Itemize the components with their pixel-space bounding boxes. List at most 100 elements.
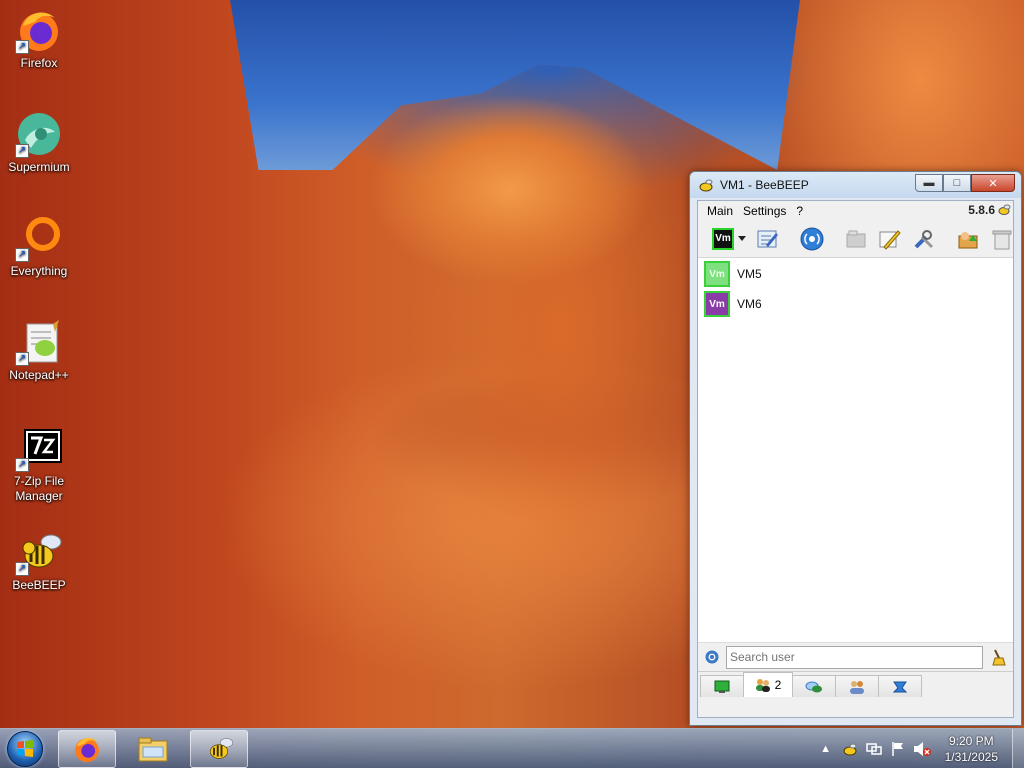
flag-icon: [891, 742, 903, 756]
menu-bar: Main Settings ? 5.8.6: [698, 201, 1013, 220]
shortcut-arrow-icon: ↗: [15, 144, 29, 158]
status-selector-button[interactable]: Vm: [712, 226, 746, 252]
beebeep-icon: [699, 179, 713, 192]
search-options-icon[interactable]: [704, 649, 720, 665]
desktop-icon-label: 7-Zip File Manager: [13, 474, 64, 503]
tab-files[interactable]: [878, 675, 922, 697]
show-hidden-icons-button[interactable]: ▲: [817, 740, 835, 758]
show-desktop-button[interactable]: [1012, 729, 1024, 768]
user-name: VM5: [737, 267, 762, 281]
desktop-icon-label: Firefox: [20, 56, 58, 70]
window-titlebar[interactable]: VM1 - BeeBEEP ▬ □ ✕: [690, 172, 1021, 198]
window-controls: ▬ □ ✕: [915, 174, 1015, 192]
menu-help[interactable]: ?: [791, 204, 808, 218]
system-tray: ▲ 9:20 PM 1/31/2025: [817, 729, 1024, 768]
beebeep-icon: [209, 737, 234, 759]
tray-action-center[interactable]: [889, 740, 907, 758]
tab-users[interactable]: 2: [743, 672, 793, 697]
version-label: 5.8.6: [968, 203, 995, 217]
taskbar-explorer[interactable]: [124, 730, 182, 768]
taskbar: ▲ 9:20 PM 1/31/2025: [0, 728, 1024, 768]
network-monitor-icon: [865, 743, 882, 755]
desktop-icon-7zip[interactable]: ↗ 7-Zip File Manager: [0, 424, 78, 504]
desktop-icon-beebeep[interactable]: ↗ BeeBEEP: [0, 528, 78, 593]
avatar: Vm: [704, 291, 730, 317]
everything-icon: ↗: [15, 214, 63, 262]
clock-time: 9:20 PM: [948, 734, 994, 748]
tab-chat[interactable]: [700, 675, 744, 697]
tab-groups[interactable]: [835, 675, 879, 697]
desktop-icon-label: Notepad++: [9, 368, 69, 382]
users-count: 2: [774, 678, 782, 692]
profile-card-icon: [757, 230, 778, 247]
taskbar-firefox[interactable]: [58, 729, 116, 768]
avatar: Vm: [704, 261, 730, 287]
beebeep-icon: ↗: [15, 528, 63, 576]
users-icon: [755, 679, 770, 692]
status-badge: Vm: [712, 227, 734, 250]
user-name: VM6: [737, 297, 762, 311]
list-item[interactable]: Vm VM5: [698, 259, 1013, 289]
search-input[interactable]: [726, 645, 983, 669]
write-icon: [879, 229, 901, 250]
notepadpp-icon: ↗: [15, 318, 63, 366]
desktop-icon-everything[interactable]: ↗ Everything: [0, 214, 78, 279]
desktop-icon-notepadpp[interactable]: ↗ Notepad++: [0, 318, 78, 383]
search-row: [698, 642, 1013, 671]
share-box-icon: [958, 231, 978, 248]
beebeep-window: VM1 - BeeBEEP ▬ □ ✕ Main Settings ? 5.8.…: [689, 171, 1022, 726]
shortcut-arrow-icon: ↗: [15, 458, 29, 472]
folder-icon: [138, 737, 168, 761]
menu-main[interactable]: Main: [702, 204, 738, 218]
tray-volume[interactable]: [913, 740, 931, 758]
list-item[interactable]: Vm VM6: [698, 289, 1013, 319]
close-button[interactable]: ✕: [971, 174, 1015, 192]
chevron-up-icon: ▲: [820, 743, 832, 755]
menu-settings[interactable]: Settings: [738, 204, 791, 218]
folder-button[interactable]: [844, 226, 868, 252]
desktop-icon-label: BeeBEEP: [12, 578, 66, 592]
firefox-icon: ↗: [15, 6, 63, 54]
maximize-icon: □: [953, 177, 961, 189]
chats-icon: [805, 681, 822, 692]
edit-profile-button[interactable]: [756, 226, 780, 252]
clock[interactable]: 9:20 PM 1/31/2025: [945, 733, 998, 765]
window-title: VM1 - BeeBEEP: [720, 178, 809, 192]
update-icon[interactable]: [998, 203, 1011, 216]
wallpaper-sky: [230, 0, 800, 170]
windows-logo-icon: [7, 730, 43, 767]
taskbar-beebeep[interactable]: [190, 729, 248, 768]
minimize-button[interactable]: ▬: [915, 174, 943, 192]
trash-button[interactable]: [990, 226, 1014, 252]
desktop-icon-firefox[interactable]: ↗ Firefox: [0, 6, 78, 71]
tab-chats[interactable]: [792, 675, 836, 697]
start-button[interactable]: [0, 729, 50, 768]
write-message-button[interactable]: [878, 226, 902, 252]
network-button[interactable]: [800, 226, 824, 252]
trash-icon: [992, 230, 1012, 249]
supermium-icon: ↗: [15, 110, 63, 158]
shortcut-arrow-icon: ↗: [15, 40, 29, 54]
window-client: Main Settings ? 5.8.6 Vm Vm VM5 Vm VM6 S…: [697, 200, 1014, 718]
tools-button[interactable]: [912, 226, 936, 252]
7zip-icon: ↗: [15, 424, 63, 472]
beebeep-icon: [843, 743, 857, 756]
tray-network[interactable]: [865, 740, 883, 758]
desktop-icon-label: Everything: [10, 264, 68, 278]
clear-search-icon[interactable]: [991, 648, 1007, 666]
user-list: Vm VM5 Vm VM6: [698, 259, 1013, 697]
chevron-down-icon: [738, 236, 746, 241]
desktop-icon-supermium[interactable]: ↗ Supermium: [0, 110, 78, 175]
tray-beebeep[interactable]: [841, 740, 859, 758]
folder-disabled-icon: [846, 230, 866, 247]
shortcut-arrow-icon: ↗: [15, 248, 29, 262]
volume-muted-icon: [913, 742, 931, 756]
firefox-icon: [75, 737, 99, 762]
groups-icon: [850, 680, 864, 694]
clock-date: 1/31/2025: [944, 750, 998, 764]
share-box-button[interactable]: [956, 226, 980, 252]
shortcut-arrow-icon: ↗: [15, 562, 29, 576]
maximize-button[interactable]: □: [943, 174, 971, 192]
files-icon: [892, 681, 908, 692]
network-icon: [800, 227, 824, 250]
